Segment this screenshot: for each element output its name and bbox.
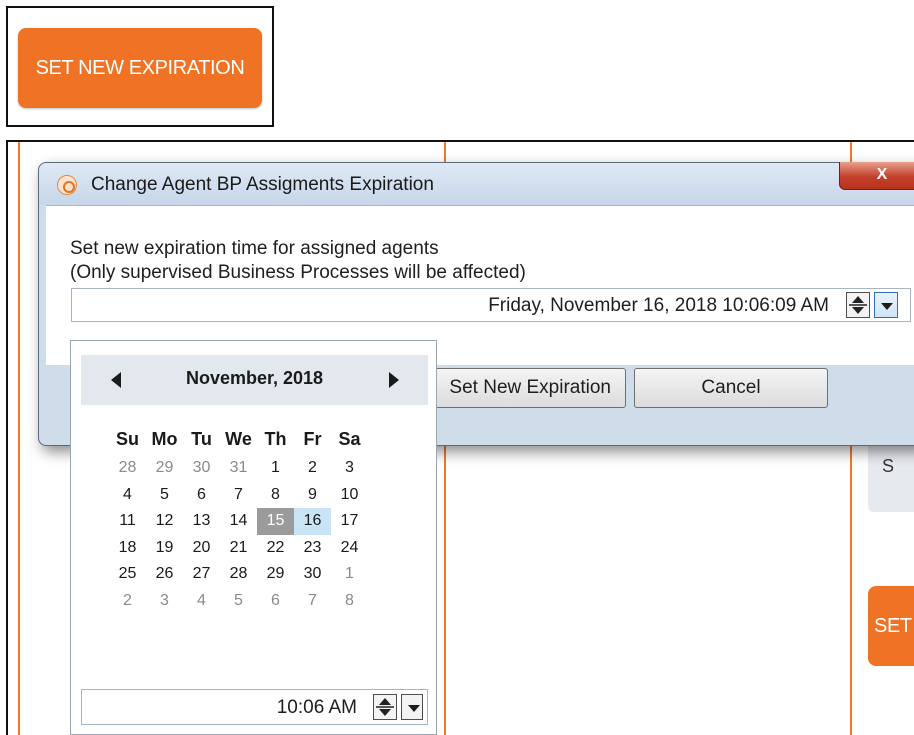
dialog-titlebar[interactable]: Change Agent BP Assigments Expiration [39, 163, 914, 205]
dialog-title: Change Agent BP Assigments Expiration [91, 174, 434, 195]
top-snippet-frame: SET NEW EXPIRATION [6, 6, 274, 127]
weekday-header: Fr [303, 429, 322, 449]
calendar-grid: Su Mo Tu We Th Fr Sa 28 29 30 31 1 2 3 4 5 6 7 8 9 10 11 12 13 1… [109, 423, 368, 614]
background-divider [18, 142, 20, 735]
datetime-dropdown-icon[interactable] [874, 292, 898, 318]
calendar-day[interactable]: 1 [257, 455, 294, 482]
calendar-header: November, 2018 [81, 355, 428, 405]
calendar-day[interactable]: 21 [220, 535, 257, 562]
calendar-day[interactable]: 22 [257, 535, 294, 562]
calendar-day[interactable]: 5 [146, 482, 183, 509]
calendar-day[interactable]: 20 [183, 535, 220, 562]
app-search-icon [57, 175, 77, 195]
calendar-day[interactable]: 2 [294, 455, 331, 482]
calendar-day[interactable]: 29 [146, 455, 183, 482]
calendar-popup: November, 2018 Su Mo Tu We Th Fr Sa 28 29 30 31 1 2 3… [70, 340, 437, 735]
weekday-header: Tu [191, 429, 212, 449]
calendar-month-title[interactable]: November, 2018 [81, 368, 428, 389]
time-dropdown-icon[interactable] [401, 694, 423, 720]
set-new-expiration-button[interactable]: SET NEW EXPIRATION [18, 28, 262, 108]
datetime-picker[interactable]: Friday, November 16, 2018 10:06:09 AM [71, 288, 911, 322]
calendar-day[interactable]: 31 [220, 455, 257, 482]
calendar-day[interactable]: 3 [146, 588, 183, 615]
calendar-day[interactable]: 25 [109, 561, 146, 588]
calendar-day[interactable]: 26 [146, 561, 183, 588]
calendar-day[interactable]: 9 [294, 482, 331, 509]
calendar-day[interactable]: 5 [220, 588, 257, 615]
weekday-header: Th [264, 429, 287, 449]
close-button[interactable]: X [839, 162, 914, 190]
set-new-expiration-dialog-button[interactable]: Set New Expiration [404, 368, 626, 408]
application-screenshot: S SET Change Agent BP Assigments Expirat… [6, 140, 914, 735]
calendar-day[interactable]: 7 [220, 482, 257, 509]
time-spinner-icon[interactable] [373, 694, 397, 720]
calendar-day[interactable]: 14 [220, 508, 257, 535]
weekday-header: Sa [338, 429, 361, 449]
calendar-day[interactable]: 18 [109, 535, 146, 562]
calendar-day[interactable]: 1 [331, 561, 368, 588]
calendar-day[interactable]: 8 [331, 588, 368, 615]
prompt-line-1: Set new expiration time for assigned age… [70, 238, 439, 259]
calendar-day[interactable]: 4 [183, 588, 220, 615]
calendar-day[interactable]: 30 [294, 561, 331, 588]
calendar-day[interactable]: 6 [183, 482, 220, 509]
calendar-day[interactable]: 13 [183, 508, 220, 535]
datetime-value[interactable]: Friday, November 16, 2018 10:06:09 AM [488, 295, 829, 317]
calendar-day[interactable]: 2 [109, 588, 146, 615]
calendar-day[interactable]: 6 [257, 588, 294, 615]
calendar-day[interactable]: 4 [109, 482, 146, 509]
weekday-header: Mo [151, 429, 178, 449]
calendar-day[interactable]: 30 [183, 455, 220, 482]
calendar-day[interactable]: 23 [294, 535, 331, 562]
calendar-day[interactable]: 27 [183, 561, 220, 588]
time-value[interactable]: 10:06 AM [277, 697, 357, 719]
calendar-day[interactable]: 17 [331, 508, 368, 535]
calendar-day[interactable]: 12 [146, 508, 183, 535]
calendar-day[interactable]: 28 [109, 455, 146, 482]
calendar-day[interactable]: 10 [331, 482, 368, 509]
calendar-day[interactable]: 7 [294, 588, 331, 615]
background-set-button[interactable]: SET [868, 586, 914, 666]
calendar-day[interactable]: 19 [146, 535, 183, 562]
calendar-day[interactable]: 24 [331, 535, 368, 562]
calendar-day[interactable]: 11 [109, 508, 146, 535]
datetime-spinner-icon[interactable] [846, 292, 870, 318]
background-panel-text: S [882, 456, 895, 476]
next-month-arrow-icon[interactable] [389, 372, 399, 388]
calendar-day[interactable]: 29 [257, 561, 294, 588]
prompt-line-2: (Only supervised Business Processes will… [70, 262, 526, 283]
calendar-day[interactable]: 3 [331, 455, 368, 482]
cancel-button[interactable]: Cancel [634, 368, 828, 408]
calendar-day[interactable]: 15 [257, 508, 294, 535]
weekday-header: We [225, 429, 252, 449]
calendar-day[interactable]: 8 [257, 482, 294, 509]
calendar-day[interactable]: 28 [220, 561, 257, 588]
calendar-day[interactable]: 16 [294, 508, 331, 535]
weekday-header: Su [115, 429, 139, 449]
time-picker[interactable]: 10:06 AM [81, 689, 428, 725]
